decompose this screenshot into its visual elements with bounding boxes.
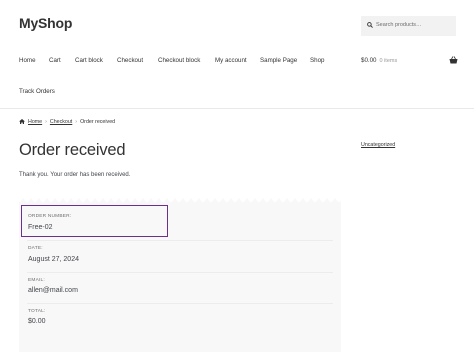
search-input[interactable]: Search products… — [376, 22, 422, 28]
header-divider — [0, 108, 474, 109]
nav-item-my-account[interactable]: My account — [215, 57, 247, 64]
order-number-value: Free-02 — [28, 224, 53, 231]
breadcrumb-separator: › — [75, 119, 78, 125]
order-divider — [27, 272, 333, 273]
site-title[interactable]: MyShop — [19, 15, 72, 31]
order-number-label: ORDER NUMBER: — [28, 214, 72, 219]
nav-item-cart[interactable]: Cart — [49, 57, 61, 64]
order-total-value: $0.00 — [28, 318, 46, 325]
header-cart[interactable]: $0.00 0 items — [361, 57, 397, 64]
order-received-message: Thank you. Your order has been received. — [19, 172, 131, 178]
search-icon — [367, 22, 373, 28]
breadcrumb-current: Order received — [80, 119, 116, 125]
nav-item-sample-page[interactable]: Sample Page — [260, 57, 297, 64]
order-date-label: DATE: — [28, 246, 43, 251]
sidebar-category-link[interactable]: Uncategorized — [361, 142, 395, 148]
cart-total: $0.00 — [361, 57, 377, 64]
order-divider — [27, 303, 333, 304]
breadcrumb-separator: › — [45, 119, 47, 125]
order-divider — [27, 240, 333, 241]
order-total-label: TOTAL: — [28, 309, 46, 314]
home-icon — [19, 119, 25, 124]
order-email-value: allen@mail.com — [28, 287, 78, 294]
nav-item-home[interactable]: Home — [19, 57, 36, 64]
nav-item-track-orders[interactable]: Track Orders — [19, 88, 55, 95]
nav-item-checkout[interactable]: Checkout — [117, 57, 143, 64]
breadcrumb: Home › Checkout › Order received — [19, 119, 115, 125]
order-number-highlight — [21, 205, 168, 237]
cart-count: 0 items — [379, 58, 398, 64]
order-email-label: EMAIL: — [28, 278, 45, 283]
breadcrumb-home[interactable]: Home — [28, 119, 42, 125]
nav-item-shop[interactable]: Shop — [310, 57, 324, 64]
basket-icon[interactable] — [449, 56, 458, 64]
order-date-value: August 27, 2024 — [28, 256, 79, 263]
search-box[interactable]: Search products… — [361, 16, 456, 36]
page-title: Order received — [19, 141, 126, 159]
nav-item-cart-block[interactable]: Cart block — [75, 57, 103, 64]
breadcrumb-checkout[interactable]: Checkout — [50, 119, 72, 125]
nav-item-checkout-block[interactable]: Checkout block — [158, 57, 200, 64]
